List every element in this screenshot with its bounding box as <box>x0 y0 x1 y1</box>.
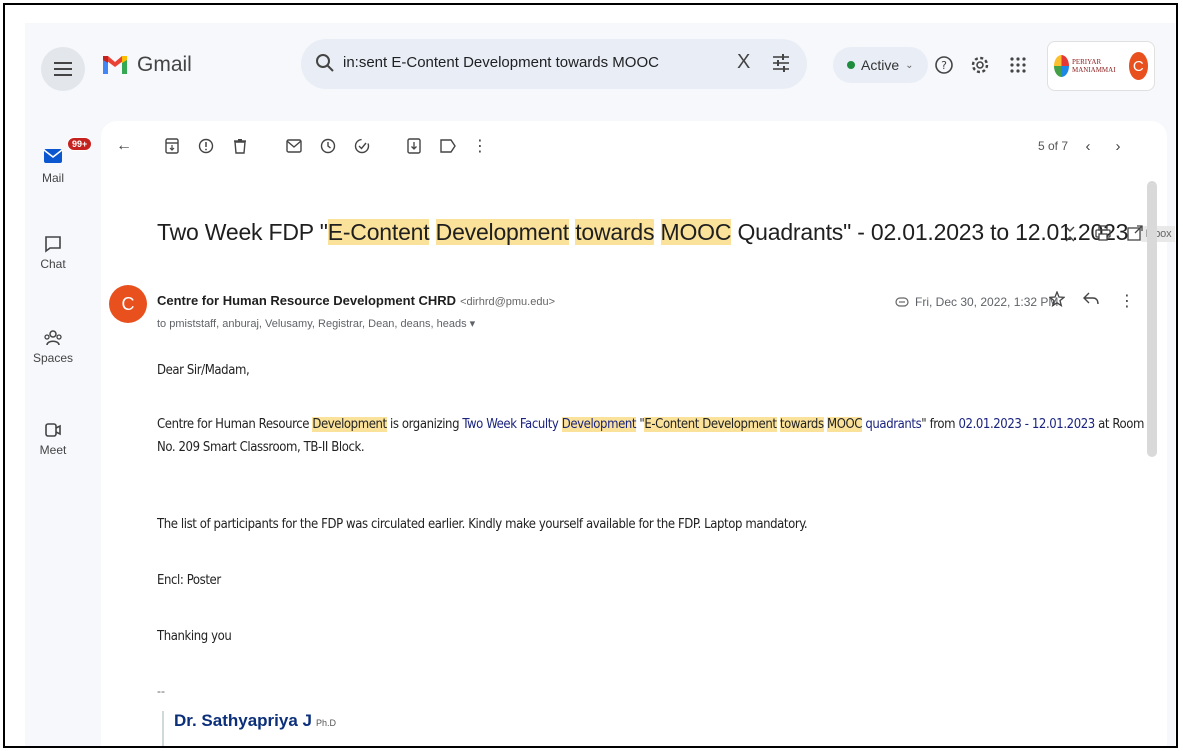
older-chevron-right-icon[interactable]: › <box>1109 137 1127 155</box>
app-title: Gmail <box>137 53 192 76</box>
mark-unread-icon[interactable] <box>285 137 303 155</box>
p1-highlight: MOOC <box>827 417 863 432</box>
p1-text: Centre for Human Resource <box>157 417 313 432</box>
reply-icon[interactable] <box>1083 291 1099 310</box>
org-emblem-icon <box>1054 55 1069 77</box>
body-paragraph-4: Thanking you <box>157 629 232 644</box>
status-selector[interactable]: Active ⌄ <box>833 47 928 83</box>
search-options-icon[interactable] <box>771 54 791 72</box>
rail-meet[interactable]: Meet <box>25 421 81 457</box>
newer-chevron-left-icon[interactable]: ‹ <box>1079 137 1097 155</box>
subject-highlight: MOOC <box>660 219 732 245</box>
p1-highlight[interactable]: Development <box>561 417 636 432</box>
attachment-indicator-icon <box>895 297 909 307</box>
spaces-icon <box>44 330 62 346</box>
search-bar[interactable]: in:sent E-Content Development towards MO… <box>301 39 807 89</box>
print-icon[interactable] <box>1095 225 1111 246</box>
p1-text: " from <box>921 417 959 432</box>
back-arrow-icon[interactable]: ← <box>115 137 133 155</box>
signature-block: Dr. Sathyapriya J Ph.D <box>162 711 336 746</box>
message-panel: ← ⋮ 5 of 7 ‹ › Two Week FDP "E-Content D… <box>101 121 1175 746</box>
email-subject: Two Week FDP "E-Content Development towa… <box>157 219 1175 246</box>
main-menu-button[interactable] <box>41 47 85 91</box>
search-input[interactable]: in:sent E-Content Development towards MO… <box>343 54 659 71</box>
apps-grid-icon[interactable] <box>1007 54 1029 76</box>
p1-link[interactable]: quadrants <box>862 417 921 432</box>
sender-avatar[interactable]: C <box>109 285 147 323</box>
rail-chat-label: Chat <box>40 257 66 271</box>
more-options-icon[interactable]: ⋮ <box>471 137 489 155</box>
sender-name[interactable]: Centre for Human Resource Development CH… <box>157 293 456 308</box>
date-text: Fri, Dec 30, 2022, 1:32 PM <box>915 295 1059 309</box>
archive-icon[interactable] <box>163 137 181 155</box>
snooze-clock-icon[interactable] <box>319 137 337 155</box>
move-to-icon[interactable] <box>405 137 423 155</box>
mail-icon <box>43 149 63 163</box>
rail-meet-label: Meet <box>39 443 67 457</box>
report-spam-icon[interactable] <box>197 137 215 155</box>
account-avatar[interactable]: C <box>1128 52 1148 80</box>
gmail-m-icon <box>103 56 127 74</box>
hamburger-icon <box>54 62 72 76</box>
gmail-logo[interactable]: Gmail <box>101 53 192 77</box>
inbox-label-chip[interactable]: Inbox × <box>1140 225 1175 242</box>
rail-mail-label: Mail <box>41 171 64 185</box>
rail-mail[interactable]: 99+ Mail <box>25 137 93 185</box>
signature-separator: -- <box>157 684 165 698</box>
open-new-window-icon[interactable] <box>1127 225 1143 246</box>
subject-highlight: Development <box>435 219 569 245</box>
greeting: Dear Sir/Madam, <box>157 363 250 378</box>
message-toolbar: ← ⋮ 5 of 7 ‹ › <box>101 121 1167 171</box>
body-paragraph-2: The list of participants for the FDP was… <box>157 517 808 532</box>
message-position: 5 of 7 <box>1038 139 1069 153</box>
rail-chat[interactable]: Chat <box>25 235 81 271</box>
svg-text:?: ? <box>941 59 947 72</box>
p1-date-link[interactable]: 02.01.2023 - 12.01.2023 <box>958 417 1095 432</box>
message-more-icon[interactable]: ⋮ <box>1119 291 1135 311</box>
chevron-down-icon: ⌄ <box>905 59 914 71</box>
vertical-scrollbar[interactable] <box>1147 181 1157 457</box>
body-paragraph-3: Encl: Poster <box>157 573 221 588</box>
clear-search-button[interactable]: X <box>737 51 750 74</box>
status-dot-icon <box>847 61 855 69</box>
org-logo-text: PERIYAR MANIAMMAI <box>1071 58 1116 74</box>
subject-text-start: Two Week FDP " <box>157 219 328 245</box>
subject-highlight: E-Content <box>327 219 430 245</box>
meet-video-icon <box>45 423 61 437</box>
p1-highlight: Development <box>312 417 387 432</box>
expand-all-icon[interactable] <box>1063 225 1077 248</box>
help-icon[interactable]: ? <box>933 54 955 76</box>
signature-name: Dr. Sathyapriya J <box>174 711 312 730</box>
sender-email: <dirhrd@pmu.edu> <box>460 296 556 308</box>
gmail-app: Gmail in:sent E-Content Development towa… <box>25 23 1175 746</box>
rail-spaces-label: Spaces <box>32 351 74 365</box>
sender-info: Centre for Human Resource Development CH… <box>157 293 555 308</box>
add-to-tasks-icon[interactable] <box>353 137 371 155</box>
subject-highlight: towards <box>575 219 655 245</box>
delete-trash-icon[interactable] <box>231 137 249 155</box>
search-icon[interactable] <box>315 53 335 73</box>
account-switcher[interactable]: PERIYAR MANIAMMAI C <box>1047 41 1155 91</box>
screenshot-frame: Gmail in:sent E-Content Development towa… <box>3 3 1178 748</box>
p1-link[interactable]: Two Week Faculty <box>462 417 561 432</box>
p1-highlight: E-Content Development <box>644 417 777 432</box>
organization-logo: PERIYAR MANIAMMAI <box>1054 55 1123 77</box>
recipients-line[interactable]: to pmiststaff, anburaj, Velusamy, Regist… <box>157 317 475 330</box>
signature-degree: Ph.D <box>315 718 336 728</box>
message-date: Fri, Dec 30, 2022, 1:32 PM <box>895 295 1058 309</box>
unread-count-badge: 99+ <box>67 137 93 151</box>
label-tag-icon[interactable] <box>439 137 457 155</box>
body-paragraph-1: Centre for Human Resource Development is… <box>157 413 1147 459</box>
status-label: Active <box>861 57 900 73</box>
p1-text: is organizing <box>386 417 463 432</box>
p1-highlight: towards <box>779 417 824 432</box>
rail-spaces[interactable]: Spaces <box>25 329 81 365</box>
settings-gear-icon[interactable] <box>969 54 991 76</box>
chat-icon <box>45 236 61 253</box>
star-icon[interactable] <box>1048 290 1066 312</box>
